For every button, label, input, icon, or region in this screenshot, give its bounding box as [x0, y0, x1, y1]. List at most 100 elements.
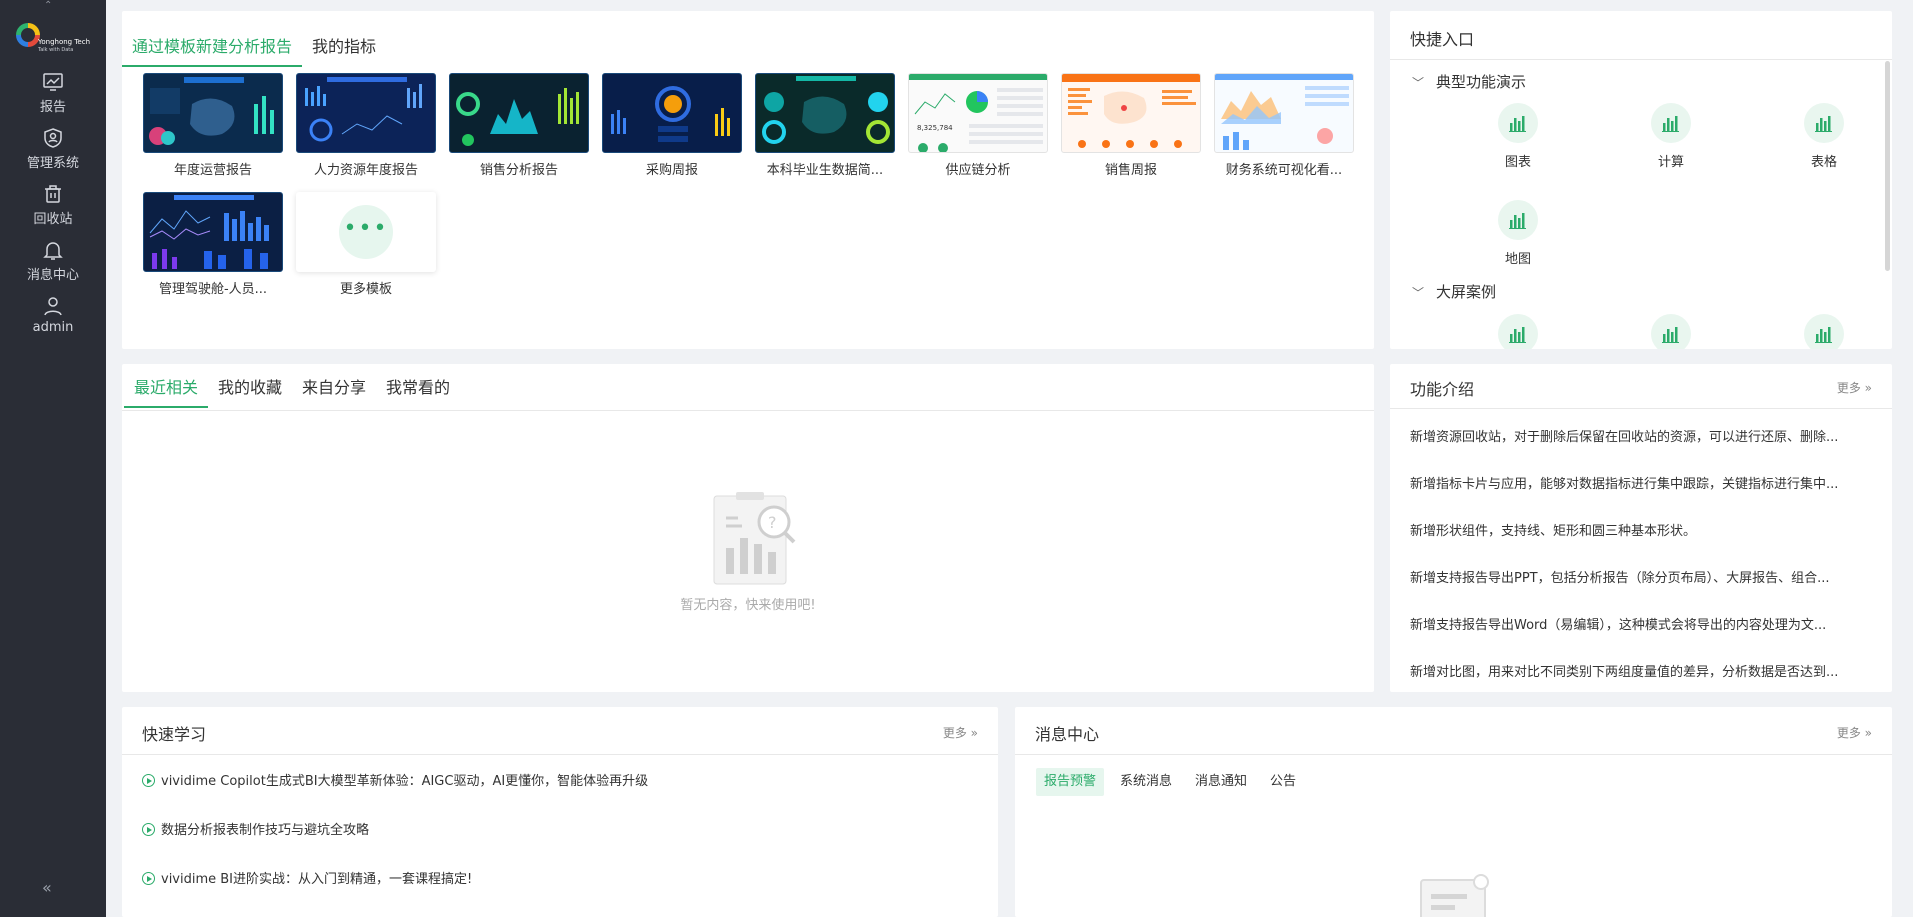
- feature-intro-item[interactable]: 新增资源回收站，对于删除后保留在回收站的资源，可以进行还原、删除...: [1410, 426, 1872, 445]
- bell-icon: [41, 238, 65, 262]
- scrollbar[interactable]: [1885, 61, 1890, 271]
- sidebar-item-admin-system[interactable]: 管理系统: [0, 126, 106, 178]
- quick-entry-map[interactable]: 地图: [1488, 200, 1548, 267]
- feature-intro-item[interactable]: 新增对比图，用来对比不同类别下两组度量值的差异，分析数据是否达到...: [1410, 661, 1872, 680]
- group-title-big-screen[interactable]: ﹀ 大屏案例: [1412, 281, 1496, 302]
- template-card[interactable]: 销售分析报告: [449, 73, 589, 178]
- bar-chart-icon: [1651, 314, 1691, 349]
- more-templates-thumbnail: •••: [296, 192, 436, 272]
- more-label: 更多: [1836, 726, 1861, 740]
- quick-learn-item[interactable]: vividime Copilot生成式BI大模型革新体验：AIGC驱动，AI更懂…: [142, 770, 648, 789]
- template-thumbnail: [1214, 73, 1354, 153]
- double-chevron-right-icon: »: [970, 726, 978, 740]
- template-card[interactable]: 销售周报: [1061, 73, 1201, 178]
- template-card[interactable]: 采购周报: [602, 73, 742, 178]
- quick-entry-calculate[interactable]: 计算: [1641, 103, 1701, 170]
- feature-intro-item[interactable]: 新增支持报告导出PPT，包括分析报告（除分页布局）、大屏报告、组合...: [1410, 567, 1872, 586]
- svg-text:?: ?: [768, 513, 777, 532]
- quick-entry-card: 快捷入口 ﹀ 典型功能演示 图表 计算 表格 地图 ﹀ 大屏案例: [1390, 11, 1892, 349]
- quick-entry-big-screen[interactable]: [1488, 314, 1548, 349]
- template-thumbnail: [602, 73, 742, 153]
- collapse-sidebar-icon[interactable]: «: [42, 878, 52, 897]
- template-card[interactable]: 管理驾驶舱-人员...: [143, 192, 283, 297]
- template-label: 销售分析报告: [479, 163, 558, 178]
- templates-tabs: 通过模板新建分析报告 我的指标: [122, 27, 386, 67]
- tab-frequent[interactable]: 我常看的: [376, 368, 460, 408]
- quick-entry-chart[interactable]: 图表: [1488, 103, 1548, 170]
- quick-entry-big-screen[interactable]: [1794, 314, 1854, 349]
- template-card[interactable]: 本科毕业生数据简...: [755, 73, 895, 178]
- double-chevron-right-icon: »: [1864, 381, 1872, 395]
- bar-chart-icon: [1804, 103, 1844, 143]
- chevron-down-icon: ﹀: [1412, 286, 1425, 300]
- template-label: 本科毕业生数据简...: [766, 163, 884, 178]
- quick-entry-table[interactable]: 表格: [1794, 103, 1854, 170]
- sidebar: ⌃ Yonghong Tech Talk with Data 报告 管理系统 回…: [0, 0, 106, 917]
- quick-learn-item[interactable]: vividime BI进阶实战：从入门到精通，一套课程搞定!: [142, 868, 472, 887]
- tab-system-message[interactable]: 系统消息: [1112, 768, 1180, 796]
- template-thumbnail: [755, 73, 895, 153]
- template-thumbnail: [143, 192, 283, 272]
- trash-icon: [41, 182, 65, 206]
- quick-learn-item-text: vividime BI进阶实战：从入门到精通，一套课程搞定!: [161, 872, 473, 887]
- feature-intro-more-link[interactable]: 更多 »: [1837, 379, 1872, 396]
- tab-message-notice[interactable]: 消息通知: [1187, 768, 1255, 796]
- template-thumbnail: 8,325,784: [908, 73, 1048, 153]
- tab-my-metrics[interactable]: 我的指标: [302, 27, 386, 67]
- template-card[interactable]: 年度运营报告: [143, 73, 283, 178]
- quick-learn-item-text: 数据分析报表制作技巧与避坑全攻略: [161, 823, 370, 838]
- double-chevron-right-icon: »: [1864, 726, 1872, 740]
- feature-intro-title: 功能介绍: [1410, 380, 1475, 399]
- template-thumbnail: [143, 73, 283, 153]
- quick-learn-item[interactable]: 数据分析报表制作技巧与避坑全攻略: [142, 819, 369, 838]
- templates-card: 通过模板新建分析报告 我的指标 年度运营报告 人力资源年度报告 销售分析报告 采…: [122, 11, 1374, 349]
- message-center-more-link[interactable]: 更多 »: [1837, 724, 1872, 741]
- quick-learn-card: 快速学习 更多 » vividime Copilot生成式BI大模型革新体验：A…: [122, 707, 998, 917]
- group-title-text: 典型功能演示: [1436, 73, 1527, 91]
- bar-chart-icon: [1651, 103, 1691, 143]
- quick-entry-title: 快捷入口: [1410, 30, 1475, 49]
- logo-tagline: Talk with Data: [38, 47, 74, 53]
- quick-learn-more-link[interactable]: 更多 »: [943, 724, 978, 741]
- template-card[interactable]: 8,325,784 供应链分析: [908, 73, 1048, 178]
- feature-intro-item[interactable]: 新增支持报告导出Word（易编辑），这种模式会将导出的内容处理为文...: [1410, 614, 1872, 633]
- tab-announcement[interactable]: 公告: [1262, 768, 1304, 796]
- tab-favorites[interactable]: 我的收藏: [208, 368, 292, 408]
- sidebar-item-user[interactable]: admin: [0, 294, 106, 346]
- tab-recent[interactable]: 最近相关: [124, 368, 209, 408]
- more-templates-card[interactable]: ••• 更多模板: [296, 192, 436, 297]
- bar-chart-icon: [1498, 200, 1538, 240]
- template-label: 采购周报: [645, 163, 698, 178]
- quick-entry-big-screen[interactable]: [1641, 314, 1701, 349]
- sidebar-item-report[interactable]: 报告: [0, 70, 106, 122]
- quick-entry-label: 图表: [1504, 155, 1531, 170]
- feature-intro-item[interactable]: 新增形状组件，支持线、矩形和圆三种基本形状。: [1410, 520, 1872, 539]
- sidebar-item-label: 管理系统: [26, 156, 79, 171]
- tab-new-from-template[interactable]: 通过模板新建分析报告: [122, 27, 303, 67]
- tab-shared[interactable]: 来自分享: [292, 368, 376, 408]
- template-label: 人力资源年度报告: [313, 163, 418, 178]
- sidebar-item-message-center[interactable]: 消息中心: [0, 238, 106, 290]
- shield-user-icon: [41, 126, 65, 150]
- logo: Yonghong Tech Talk with Data: [16, 20, 94, 60]
- feature-intro-item[interactable]: 新增指标卡片与应用，能够对数据指标进行集中跟踪，关键指标进行集中...: [1410, 473, 1872, 492]
- empty-state-text: 暂无内容，快来使用吧!: [680, 598, 816, 613]
- group-title-demo[interactable]: ﹀ 典型功能演示: [1412, 71, 1526, 92]
- more-label: 更多: [1836, 381, 1861, 395]
- sidebar-item-recycle-bin[interactable]: 回收站: [0, 182, 106, 234]
- bar-chart-icon: [1804, 314, 1844, 349]
- group-title-text: 大屏案例: [1436, 283, 1497, 301]
- template-card[interactable]: 财务系统可视化看...: [1214, 73, 1354, 178]
- template-card[interactable]: 人力资源年度报告: [296, 73, 436, 178]
- more-dots-icon: •••: [339, 205, 393, 259]
- template-thumbnail: [449, 73, 589, 153]
- tab-report-alert[interactable]: 报告预警: [1036, 768, 1105, 796]
- quick-learn-title: 快速学习: [142, 725, 207, 744]
- quick-entry-label: 计算: [1657, 155, 1684, 170]
- svg-text:8,325,784: 8,325,784: [917, 124, 953, 132]
- sidebar-item-label: admin: [32, 320, 74, 335]
- bar-chart-icon: [1498, 103, 1538, 143]
- scroll-up-icon[interactable]: ⌃: [44, 0, 52, 11]
- chart-screen-icon: [41, 70, 65, 94]
- template-label: 财务系统可视化看...: [1225, 163, 1343, 178]
